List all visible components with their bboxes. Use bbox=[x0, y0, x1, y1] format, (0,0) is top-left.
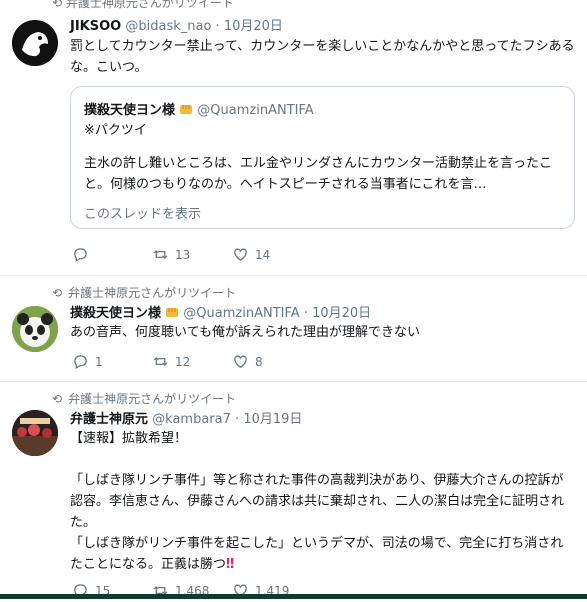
retweet-button[interactable]: 13 bbox=[152, 246, 190, 263]
show-thread-link[interactable]: このスレッドを表示 bbox=[84, 203, 201, 222]
tweet-text-line: 【速報】拡散希望！ bbox=[70, 431, 188, 446]
display-name[interactable]: JIKSOO bbox=[70, 19, 121, 34]
fist-emoji-icon bbox=[166, 308, 179, 317]
reply-button[interactable]: 1 bbox=[72, 353, 103, 370]
retweet-button[interactable]: 12 bbox=[152, 353, 190, 370]
avatar-image bbox=[12, 20, 58, 66]
tweet-1[interactable]: JIKSOO @bidask_nao · 10月20日 罰としてカウンター禁止っ… bbox=[0, 0, 587, 276]
tweet-header: 弁護士神原元 @kambara7 · 10月19日 bbox=[70, 408, 302, 427]
avatar[interactable] bbox=[12, 410, 58, 456]
tweet-date[interactable]: 10月20日 bbox=[224, 19, 283, 34]
tweet-date[interactable]: 10月20日 bbox=[312, 306, 371, 321]
tweet-header: JIKSOO @bidask_nao · 10月20日 bbox=[70, 15, 283, 34]
like-icon bbox=[234, 248, 247, 261]
avatar[interactable] bbox=[12, 306, 58, 352]
tweet-text-paragraph: 「しばき隊がリンチ事件を起こした」というデマが、司法の場で、完全に打ち消されたこ… bbox=[70, 536, 564, 572]
tweet-header: 撲殺天使ヨン様 @QuamzinANTIFA · 10月20日 bbox=[70, 302, 371, 321]
retweeted-by-label[interactable]: 弁護士神原元さんがリツイート bbox=[68, 286, 236, 300]
tweet-text: 【速報】拡散希望！ 「しばき隊リンチ事件」等と称された事件の高裁判決があり、伊藤… bbox=[70, 428, 575, 575]
fist-emoji-icon bbox=[180, 105, 193, 114]
retweet-count: 13 bbox=[175, 247, 191, 262]
like-button[interactable]: 8 bbox=[232, 353, 263, 370]
tweet-3[interactable]: ⟲ 弁護士神原元さんがリツイート 弁護士神原元 @kambara7 · 10月19… bbox=[0, 382, 587, 599]
bottom-accent-bar bbox=[0, 594, 587, 599]
reply-button[interactable] bbox=[72, 246, 95, 263]
double-exclamation-emoji: ‼ bbox=[226, 557, 235, 572]
like-count: 8 bbox=[255, 354, 263, 369]
tweet-text-paragraph: 「しばき隊リンチ事件」等と称された事件の高裁判決があり、伊藤大介さんの控訴が認容… bbox=[70, 473, 565, 530]
retweet-icon: ⟲ bbox=[52, 286, 63, 300]
tweet-text: あの音声、何度聴いても俺が訴えられた理由が理解できない bbox=[70, 325, 420, 340]
quoted-tweet-line2: 主水の許し難いところは、エル金やリンダさんにカウンター活動禁止を言ったこと。何様… bbox=[84, 156, 553, 192]
quoted-tweet-header: 撲殺天使ヨン様 @QuamzinANTIFA bbox=[84, 99, 314, 118]
tweet-text: 罰としてカウンター禁止って、カウンターを楽しいことかなんかやと思ってたフシあるな… bbox=[70, 39, 575, 75]
display-name[interactable]: 弁護士神原元 bbox=[70, 412, 148, 427]
retweeted-by-label[interactable]: 弁護士神原元さんがリツイート bbox=[68, 392, 236, 406]
like-count: 14 bbox=[255, 247, 271, 262]
user-handle[interactable]: @QuamzinANTIFA bbox=[183, 306, 299, 321]
quoted-display-name: 撲殺天使ヨン様 bbox=[84, 103, 176, 118]
retweet-count: 12 bbox=[175, 354, 191, 369]
tweet-date[interactable]: 10月19日 bbox=[243, 412, 302, 427]
reply-icon bbox=[74, 355, 87, 370]
avatar[interactable] bbox=[12, 20, 58, 66]
retweet-icon bbox=[153, 250, 168, 259]
quoted-tweet-line1: ※パクツイ bbox=[84, 123, 147, 138]
retweet-icon bbox=[153, 357, 168, 366]
display-name[interactable]: 撲殺天使ヨン様 bbox=[70, 306, 161, 321]
tweet-actions: 15 1,468 1,419 bbox=[72, 582, 372, 602]
tweet-actions: 1 12 8 bbox=[72, 353, 372, 373]
reply-count: 1 bbox=[95, 354, 103, 369]
user-handle[interactable]: @kambara7 bbox=[152, 412, 231, 427]
user-handle[interactable]: @bidask_nao bbox=[125, 19, 211, 34]
retweet-icon: ⟲ bbox=[52, 392, 63, 406]
tweet-2[interactable]: ⟲ 弁護士神原元さんがリツイート 撲殺天使ヨン様 @QuamzinANTIFA ·… bbox=[0, 276, 587, 382]
tweet-actions: 13 14 bbox=[72, 246, 372, 266]
separator-dot: · bbox=[235, 412, 240, 427]
panda-avatar-image bbox=[12, 306, 58, 352]
separator-dot: · bbox=[215, 19, 220, 34]
quoted-user-handle: @QuamzinANTIFA bbox=[197, 103, 314, 118]
like-button[interactable]: 14 bbox=[232, 246, 270, 263]
quoted-tweet[interactable]: 撲殺天使ヨン様 @QuamzinANTIFA ※パクツイ 主水の許し難いところは… bbox=[70, 86, 575, 229]
separator-dot: · bbox=[303, 306, 308, 321]
crowd-avatar-image bbox=[12, 410, 58, 456]
reply-icon bbox=[74, 248, 87, 263]
retweeted-header: ⟲ 弁護士神原元さんがリツイート bbox=[52, 284, 236, 301]
like-icon bbox=[234, 355, 247, 368]
retweeted-header: ⟲ 弁護士神原元さんがリツイート bbox=[52, 390, 236, 407]
